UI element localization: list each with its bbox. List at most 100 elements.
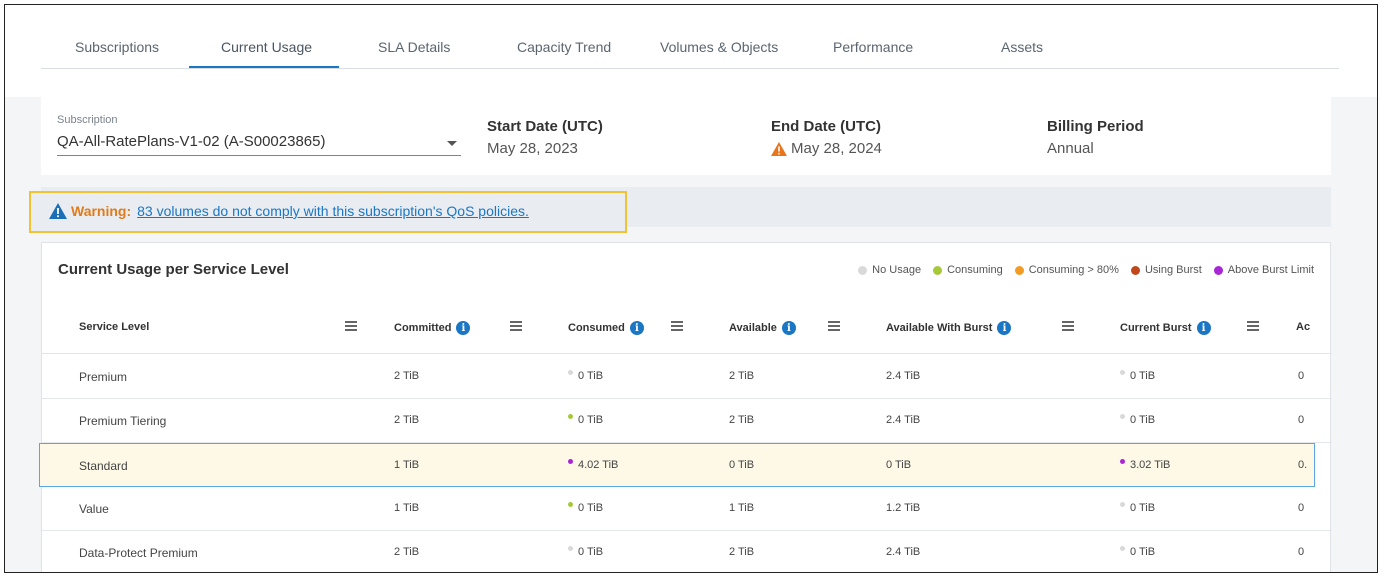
column-available-with-burst[interactable]: Available With Burst i bbox=[886, 321, 1012, 335]
cell-consumed: 0 TiB bbox=[568, 369, 604, 382]
legend-using-burst: Using Burst bbox=[1130, 264, 1202, 276]
cell-text: 2 TiB bbox=[394, 414, 420, 426]
column-available[interactable]: Available i bbox=[729, 321, 796, 335]
info-icon[interactable]: i bbox=[997, 321, 1012, 335]
cell-text: 0 TiB bbox=[886, 459, 912, 471]
column-label: Ac bbox=[1296, 321, 1311, 333]
cell-text: 0 TiB bbox=[578, 370, 604, 382]
legend-dot bbox=[933, 265, 943, 275]
cell-text: 1 TiB bbox=[394, 459, 420, 471]
tab-sla-details[interactable]: SLA Details bbox=[378, 39, 450, 55]
cell-available-burst: 2.4 TiB bbox=[886, 370, 920, 382]
info-icon[interactable]: i bbox=[781, 321, 796, 335]
alert-triangle-icon bbox=[49, 203, 67, 219]
cell-available-burst: 2.4 TiB bbox=[886, 546, 920, 558]
cell-extra: 0 bbox=[1298, 546, 1304, 558]
end-date-row: May 28, 2024 bbox=[771, 140, 882, 157]
cell-text: 3.02 TiB bbox=[1130, 459, 1171, 471]
subscription-value: QA-All-RatePlans-V1-02 (A-S00023865) bbox=[57, 133, 326, 150]
cell-available: 1 TiB bbox=[729, 502, 754, 514]
start-date-field: Start Date (UTC) May 28, 2023 bbox=[487, 118, 603, 157]
end-date-field: End Date (UTC) May 28, 2024 bbox=[771, 118, 882, 157]
status-dot bbox=[1120, 545, 1125, 551]
start-date-title: Start Date (UTC) bbox=[487, 118, 603, 135]
table-row[interactable]: Data-Protect Premium 2 TiB 0 TiB 2 TiB 2.4 T… bbox=[42, 531, 1332, 572]
cell-extra: 0 bbox=[1298, 370, 1304, 382]
qos-noncompliance-link[interactable]: 83 volumes do not comply with this subsc… bbox=[137, 203, 529, 219]
column-label: Committed bbox=[394, 322, 452, 334]
cell-text: 0 TiB bbox=[1130, 546, 1156, 558]
cell-text: 2 TiB bbox=[729, 546, 755, 558]
cell-consumed: 0 TiB bbox=[568, 501, 603, 514]
table-row[interactable]: Value 1 TiB 0 TiB 1 TiB 1.2 TiB 0 TiB 0 bbox=[42, 487, 1332, 531]
table-row[interactable]: Standard 1 TiB 4.02 TiB 0 TiB 0 TiB 3.02 TiB 0… bbox=[39, 443, 1315, 487]
legend-label: Using Burst bbox=[1144, 264, 1202, 276]
legend-above-burst-limit: Above Burst Limit bbox=[1213, 264, 1314, 276]
cell-text: Premium bbox=[79, 370, 128, 384]
column-menu-icon[interactable] bbox=[345, 321, 357, 331]
column-menu-icon[interactable] bbox=[510, 321, 522, 331]
cell-text: 1.2 TiB bbox=[886, 502, 921, 514]
billing-period-value: Annual bbox=[1047, 140, 1094, 157]
end-date-title: End Date (UTC) bbox=[771, 118, 881, 135]
cell-text: 2.4 TiB bbox=[886, 414, 921, 426]
status-dot bbox=[1120, 458, 1125, 464]
legend-consuming-80: Consuming > 80% bbox=[1014, 264, 1119, 276]
tab-current-usage[interactable]: Current Usage bbox=[221, 39, 312, 55]
subscription-select[interactable]: QA-All-RatePlans-V1-02 (A-S00023865) bbox=[57, 131, 461, 156]
column-current-burst[interactable]: Current Burst i bbox=[1120, 321, 1211, 335]
column-menu-icon[interactable] bbox=[1247, 321, 1259, 331]
cell-text: 2.4 TiB bbox=[886, 546, 921, 558]
column-menu-icon[interactable] bbox=[828, 321, 840, 331]
legend-dot bbox=[1014, 265, 1024, 275]
subscription-info-card: Subscription QA-All-RatePlans-V1-02 (A-S… bbox=[41, 93, 1331, 175]
cell-text: 0 bbox=[1298, 502, 1305, 514]
table-row[interactable]: Premium 2 TiB 0 TiB 2 TiB 2.4 TiB 0 TiB 0 bbox=[42, 355, 1332, 399]
cell-text: 2.4 TiB bbox=[886, 370, 921, 382]
info-icon[interactable]: i bbox=[456, 321, 471, 335]
legend-consuming: Consuming bbox=[933, 264, 1003, 276]
cell-committed: 1 TiB bbox=[394, 459, 419, 471]
cell-available-burst: 2.4 TiB bbox=[886, 414, 920, 426]
table-row[interactable]: Premium Tiering 2 TiB 0 TiB 2 TiB 2.4 TiB 0 T… bbox=[42, 399, 1332, 443]
cell-extra: 0. bbox=[1298, 459, 1307, 471]
usage-card: Current Usage per Service Level No Usage… bbox=[39, 242, 1332, 572]
tab-subscriptions[interactable]: Subscriptions bbox=[75, 39, 159, 55]
column-menu-icon[interactable] bbox=[671, 321, 683, 331]
billing-period-title: Billing Period bbox=[1047, 118, 1144, 135]
tab-volumes-objects[interactable]: Volumes & Objects bbox=[660, 39, 778, 55]
status-dot bbox=[1120, 413, 1125, 419]
column-service-level[interactable]: Service Level bbox=[79, 321, 149, 333]
cell-service: Premium Tiering bbox=[79, 414, 166, 428]
column-menu-icon[interactable] bbox=[1062, 321, 1074, 331]
column-label: Consumed bbox=[568, 322, 625, 334]
column-committed[interactable]: Committed i bbox=[394, 321, 471, 335]
subscription-label: Subscription bbox=[57, 114, 118, 126]
end-date-value: May 28, 2024 bbox=[791, 140, 882, 157]
status-dot bbox=[568, 413, 573, 419]
cell-available-burst: 1.2 TiB bbox=[886, 502, 920, 514]
tab-capacity-trend[interactable]: Capacity Trend bbox=[517, 39, 611, 55]
cell-service: Data-Protect Premium bbox=[79, 546, 198, 560]
cell-available: 2 TiB bbox=[729, 370, 754, 382]
info-icon[interactable]: i bbox=[1196, 321, 1211, 335]
billing-period-field: Billing Period Annual bbox=[1047, 118, 1144, 157]
cell-service: Standard bbox=[79, 459, 128, 473]
cell-text: Value bbox=[79, 502, 109, 516]
app-frame: Subscriptions Current Usage SLA Details … bbox=[4, 4, 1378, 573]
cell-text: 0 TiB bbox=[1130, 370, 1156, 382]
legend-label: Above Burst Limit bbox=[1227, 264, 1314, 276]
cell-extra: 0 bbox=[1298, 414, 1304, 426]
info-icon[interactable]: i bbox=[629, 321, 644, 335]
tab-performance[interactable]: Performance bbox=[833, 39, 913, 55]
column-truncated[interactable]: Ac bbox=[1296, 321, 1310, 333]
column-consumed[interactable]: Consumed i bbox=[568, 321, 644, 335]
cell-current-burst: 0 TiB bbox=[1120, 369, 1156, 382]
tab-assets[interactable]: Assets bbox=[1001, 39, 1043, 55]
cell-text: 1 TiB bbox=[394, 502, 420, 514]
cell-committed: 2 TiB bbox=[394, 546, 419, 558]
cell-service: Value bbox=[79, 502, 109, 516]
cell-current-burst: 0 TiB bbox=[1120, 501, 1155, 514]
cell-text: Standard bbox=[79, 459, 128, 473]
start-date-value: May 28, 2023 bbox=[487, 140, 578, 157]
